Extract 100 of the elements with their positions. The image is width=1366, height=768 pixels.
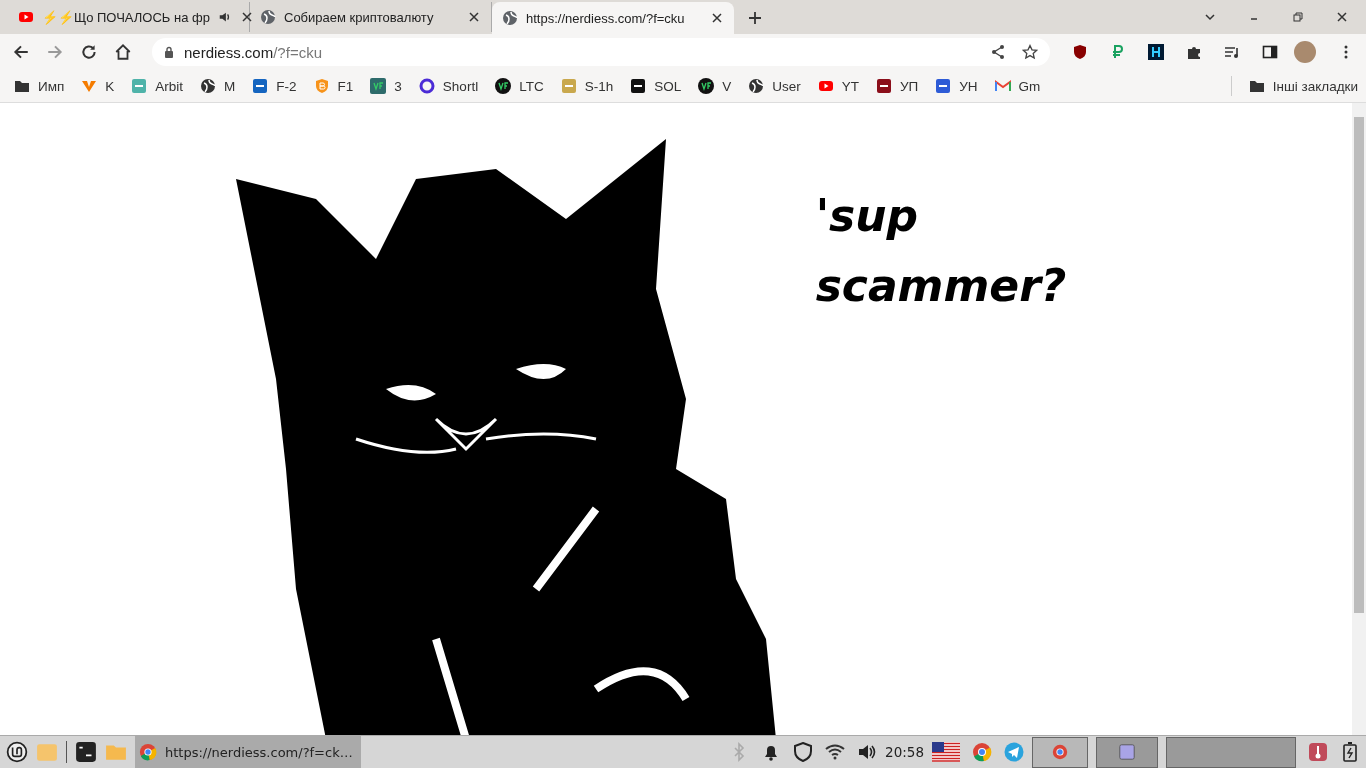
- flag-icon[interactable]: [932, 742, 960, 762]
- home-icon[interactable]: [114, 43, 132, 61]
- browser-tab[interactable]: ⚡⚡Що ПОЧАЛОСЬ на фр: [8, 2, 250, 32]
- thermometer-icon[interactable]: [1308, 742, 1328, 762]
- tab-title: https://nerdiess.com/?f=cku: [526, 10, 686, 26]
- shield-b-icon: [313, 78, 330, 94]
- vf-logo-icon: [495, 78, 512, 94]
- bookmark-label: F1: [337, 78, 354, 94]
- bookmark[interactable]: 3: [370, 78, 402, 94]
- bookmark[interactable]: УП: [876, 78, 919, 94]
- browser-tab[interactable]: https://nerdiess.com/?f=cku: [492, 2, 734, 34]
- bookmark-label: F-2: [276, 78, 297, 94]
- bookmark-label: SOL: [654, 78, 682, 94]
- bookmark[interactable]: Имп: [14, 78, 65, 94]
- workspace-button[interactable]: [1166, 736, 1296, 768]
- bookmark-label: УН: [959, 78, 978, 94]
- v-logo-icon: [81, 78, 98, 94]
- bookmark-label: 3: [394, 78, 402, 94]
- bookmark[interactable]: LTC: [495, 78, 544, 94]
- close-icon[interactable]: [710, 11, 724, 25]
- chrome-icon: [139, 743, 157, 761]
- folder-icon: [14, 78, 30, 94]
- bookmark[interactable]: УН: [935, 78, 978, 94]
- terminal-icon[interactable]: [75, 741, 97, 763]
- bookmark-label: Имп: [38, 78, 65, 94]
- taskbar-window-button[interactable]: https://nerdiess.com/?f=ck…: [135, 735, 361, 768]
- other-bookmarks-folder[interactable]: Інші закладки: [1248, 78, 1358, 94]
- puzzle-icon[interactable]: [1186, 44, 1202, 60]
- folder-icon: [1248, 78, 1265, 94]
- battery-charging-icon[interactable]: [1340, 742, 1360, 762]
- bookmark-label: LTC: [519, 78, 544, 94]
- globe-icon: [260, 9, 276, 25]
- bookmark-label: Shortl: [442, 78, 479, 94]
- mint-logo-icon[interactable]: [6, 741, 28, 763]
- bookmark[interactable]: Shortl: [418, 78, 479, 94]
- bookmark[interactable]: User: [748, 78, 801, 94]
- close-icon[interactable]: [239, 10, 254, 24]
- vf-logo-icon: [698, 78, 715, 94]
- reload-icon[interactable]: [80, 43, 98, 61]
- youtube-icon: [18, 9, 34, 25]
- shield-icon[interactable]: [793, 742, 814, 762]
- url-text: nerdiess.com/?f=cku: [184, 43, 323, 61]
- bookmark[interactable]: YT: [817, 78, 859, 94]
- back-arrow-icon[interactable]: [12, 43, 30, 61]
- youtube-icon: [817, 78, 834, 94]
- bookmark[interactable]: SOL: [630, 78, 682, 94]
- globe-icon: [748, 78, 765, 94]
- bookmark[interactable]: V: [698, 78, 732, 94]
- share-icon[interactable]: [990, 44, 1006, 60]
- bookmark-label: User: [772, 78, 801, 94]
- bookmark-label: УП: [900, 78, 919, 94]
- bookmark-label: Gm: [1018, 78, 1041, 94]
- chrome-icon: [1051, 743, 1069, 761]
- envelope-m-icon: [994, 78, 1011, 94]
- bookmark[interactable]: F-2: [252, 78, 297, 94]
- bookmark[interactable]: Gm: [994, 78, 1041, 94]
- chrome-icon[interactable]: [972, 742, 992, 762]
- side-panel-icon[interactable]: [1262, 44, 1278, 60]
- shield-icon[interactable]: [1072, 44, 1088, 60]
- vf-logo-icon: [370, 78, 387, 94]
- globe-icon: [200, 78, 217, 94]
- ruble-sign-icon[interactable]: [1110, 44, 1126, 60]
- star-icon[interactable]: [1022, 44, 1038, 60]
- address-bar[interactable]: nerdiess.com/?f=cku: [152, 38, 1050, 66]
- bookmark-label: K: [105, 78, 115, 94]
- letter-h-icon[interactable]: [1148, 44, 1164, 60]
- avatar[interactable]: [1294, 41, 1316, 63]
- forward-arrow-icon[interactable]: [46, 43, 64, 61]
- tab-title: ⚡⚡Що ПОЧАЛОСЬ на фр: [42, 9, 210, 25]
- paper-plane-icon[interactable]: [1004, 742, 1024, 762]
- bookmark-label: V: [722, 78, 732, 94]
- bookmark-label: Arbit: [155, 78, 184, 94]
- restore-icon[interactable]: [1292, 11, 1304, 23]
- notes-icon: [1118, 743, 1136, 761]
- new-tab-icon[interactable]: [748, 11, 762, 25]
- bookmark-label: M: [224, 78, 236, 94]
- bookmark-label: YT: [841, 78, 859, 94]
- browser-tab[interactable]: Собираем криптовалюту: [250, 2, 492, 32]
- media-queue-icon[interactable]: [1224, 44, 1240, 60]
- globe-icon: [502, 10, 518, 26]
- bookmark-label: S-1h: [584, 78, 614, 94]
- speaker-icon[interactable]: [857, 742, 878, 762]
- lock-icon: [164, 46, 174, 58]
- tab-title: Собираем криптовалюту: [284, 9, 435, 25]
- clock[interactable]: 20:58: [885, 744, 924, 760]
- scrollbar[interactable]: [1352, 103, 1366, 735]
- ring-icon: [418, 78, 435, 94]
- bookmark[interactable]: F1: [313, 78, 354, 94]
- close-icon[interactable]: [1336, 11, 1348, 23]
- bookmark[interactable]: S-1h: [560, 78, 614, 94]
- bookmark-label: Інші закладки: [1272, 78, 1358, 94]
- wifi-icon[interactable]: [825, 742, 846, 762]
- bookmark[interactable]: Arbit: [131, 78, 184, 94]
- chevron-down-icon[interactable]: [1204, 11, 1216, 23]
- close-icon[interactable]: [467, 10, 481, 24]
- workspace-button[interactable]: [1096, 736, 1158, 768]
- bookmark[interactable]: M: [200, 78, 236, 94]
- heading: 'sup scammer?: [815, 189, 1067, 313]
- workspace-button[interactable]: [1032, 736, 1088, 768]
- bookmark[interactable]: K: [81, 78, 115, 94]
